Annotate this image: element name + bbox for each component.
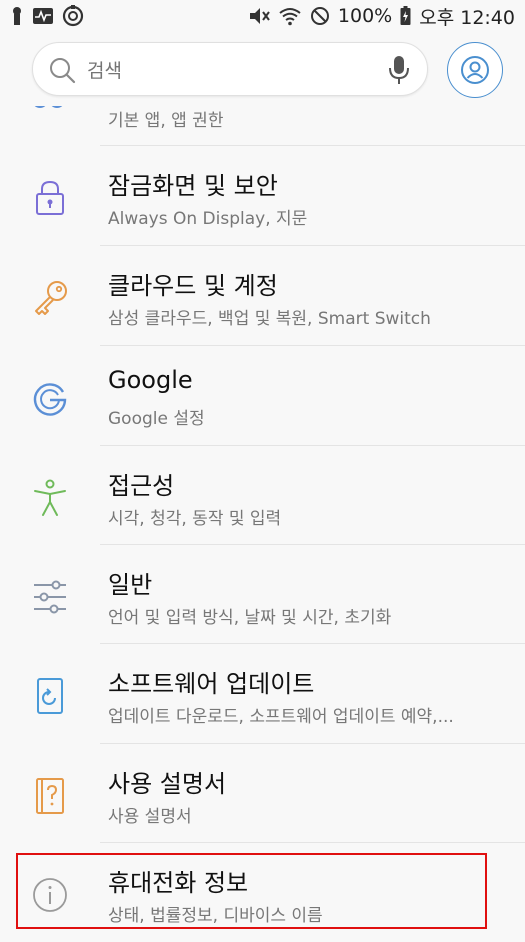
no-signal-icon: [310, 7, 329, 25]
status-left: [10, 5, 84, 27]
battery-icon: [400, 6, 411, 25]
battery-percent: 100%: [337, 5, 393, 27]
search-icon: [50, 58, 76, 84]
list-item-title: 클라우드 및 계정: [108, 272, 278, 300]
list-item-software-update[interactable]: 소프트웨어 업데이트 업데이트 다운로드, 소프트웨어 업데이트 예약,...: [0, 644, 525, 743]
list-item-apps-partial[interactable]: 기본 앱, 앱 권한: [0, 106, 525, 146]
list-item-general[interactable]: 일반 언어 및 입력 방식, 날짜 및 시간, 초기화: [0, 545, 525, 644]
status-bar: 100% 오후 12:40: [0, 0, 525, 32]
list-item-subtitle: 업데이트 다운로드, 소프트웨어 업데이트 예약,...: [108, 707, 454, 727]
list-item-title: 사용 설명서: [108, 770, 227, 798]
list-item-subtitle: 시각, 청각, 동작 및 입력: [108, 509, 282, 529]
list-item-accessibility[interactable]: 접근성 시각, 청각, 동작 및 입력: [0, 446, 525, 545]
mute-icon: [249, 8, 270, 24]
list-item-google[interactable]: Google Google 설정: [0, 346, 525, 445]
list-item-subtitle: 삼성 클라우드, 백업 및 복원, Smart Switch: [108, 309, 431, 329]
list-item-title: 일반: [108, 571, 153, 599]
profile-button[interactable]: [447, 42, 503, 98]
lock-icon: [36, 180, 64, 215]
status-right: 100% 오후 12:40: [248, 3, 515, 30]
list-item-subtitle: Google 설정: [108, 409, 205, 429]
list-item-about-phone[interactable]: 휴대전화 정보 상태, 법률정보, 디바이스 이름: [0, 843, 525, 942]
list-item-subtitle: 상태, 법률정보, 디바이스 이름: [108, 906, 323, 926]
list-item-user-manual[interactable]: 사용 설명서 사용 설명서: [0, 744, 525, 843]
google-icon: [33, 383, 67, 416]
search-bar[interactable]: [32, 42, 428, 99]
list-item-subtitle: 기본 앱, 앱 권한: [108, 111, 224, 131]
sliders-icon: [34, 580, 66, 614]
wifi-icon: [279, 8, 301, 26]
list-item-title: 잠금화면 및 보안: [108, 172, 278, 200]
apps-icon: [34, 106, 63, 108]
list-item-title: 소프트웨어 업데이트: [108, 670, 315, 698]
info-icon: [33, 878, 67, 912]
sync-icon: [62, 5, 84, 27]
key-icon: [35, 281, 67, 315]
list-item-subtitle: 사용 설명서: [108, 807, 192, 827]
accessibility-icon: [34, 479, 66, 516]
microphone-icon[interactable]: [387, 54, 411, 86]
list-item-subtitle: 언어 및 입력 방식, 날짜 및 시간, 초기화: [108, 608, 392, 628]
search-header: [0, 32, 525, 106]
health-monitor-icon: [33, 8, 53, 24]
software-update-icon: [37, 678, 63, 714]
manual-icon: [36, 778, 64, 814]
list-item-subtitle: Always On Display, 지문: [108, 209, 308, 229]
list-item-lock-screen-security[interactable]: 잠금화면 및 보안 Always On Display, 지문: [0, 146, 525, 245]
account-icon: [461, 56, 489, 84]
list-item-title: 휴대전화 정보: [108, 869, 249, 897]
list-item-title: 접근성: [108, 472, 175, 500]
list-item-cloud-accounts[interactable]: 클라우드 및 계정 삼성 클라우드, 백업 및 복원, Smart Switch: [0, 246, 525, 345]
search-input[interactable]: [85, 43, 359, 99]
notification-icon: [13, 7, 21, 25]
list-item-title: Google: [108, 366, 193, 394]
clock: 오후 12:40: [419, 6, 515, 29]
